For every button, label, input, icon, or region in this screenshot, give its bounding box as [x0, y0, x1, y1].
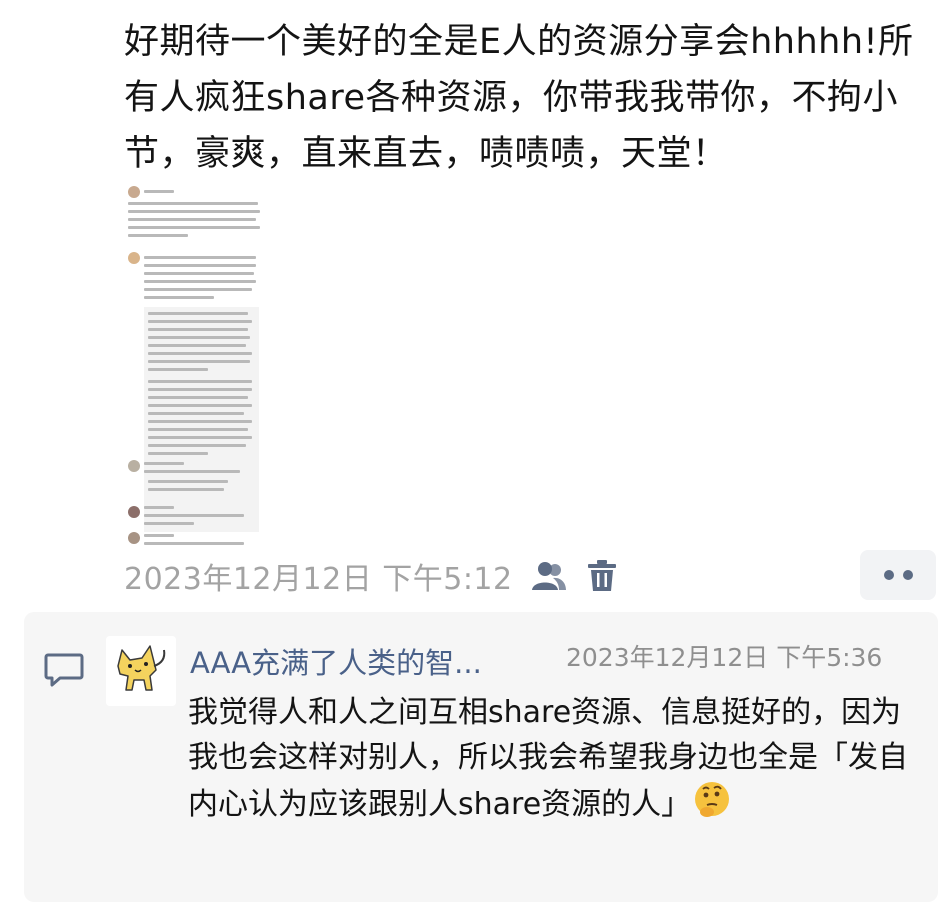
post-timestamp: 2023年12月12日 下午5:12	[124, 562, 513, 597]
comment-body: 我觉得人和人之间互相share资源、信息挺好的，因为我也会这样对别人，所以我会希…	[188, 695, 908, 822]
more-dots-icon	[883, 570, 894, 580]
thinking-face-emoji	[693, 780, 731, 831]
cat-avatar[interactable]	[106, 636, 176, 706]
post-text: 好期待一个美好的全是E人的资源分享会hhhhh!所有人疯狂share各种资源，你…	[124, 22, 914, 174]
comment-text: 我觉得人和人之间互相share资源、信息挺好的，因为我也会这样对别人，所以我会希…	[188, 690, 918, 831]
post-image[interactable]	[124, 180, 266, 546]
people-icon[interactable]	[531, 559, 567, 593]
trash-icon[interactable]	[587, 559, 617, 593]
comment-bubble-icon	[44, 652, 84, 692]
comment-author[interactable]: AAA充满了人类的智...	[190, 640, 550, 682]
comment-timestamp: 2023年12月12日 下午5:36	[566, 643, 883, 672]
more-button[interactable]	[860, 550, 936, 600]
